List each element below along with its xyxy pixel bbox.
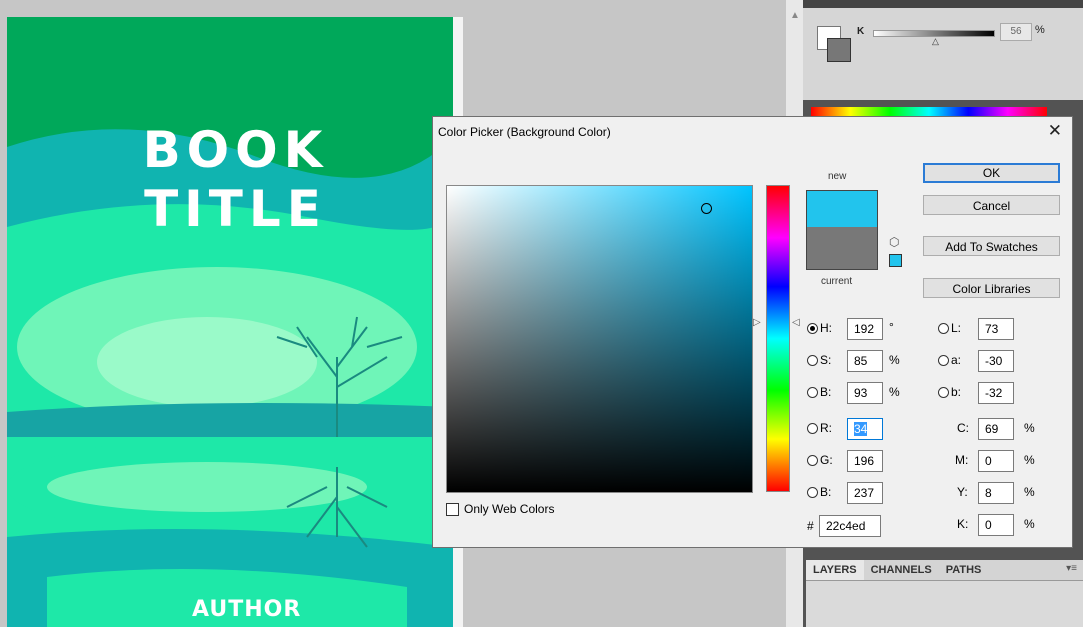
color-panel: K △ 56 % [803,0,1083,121]
blue-radio[interactable] [807,487,818,498]
hue-radio[interactable] [807,323,818,334]
yellow-field[interactable]: 8 [978,482,1014,504]
web-safe-cube-icon[interactable]: ⬡ [889,235,899,249]
only-web-colors-checkbox[interactable] [446,502,459,516]
black-field[interactable]: 0 [978,514,1014,536]
tab-channels[interactable]: CHANNELS [864,560,939,580]
hue-slider[interactable] [766,185,790,492]
brightness-radio[interactable] [807,387,818,398]
blue-label: B: [820,485,832,499]
hue-unit: ° [889,320,894,334]
red-label: R: [820,421,832,435]
book-cover-image: BOOK TITLE AUTHOR [7,17,453,627]
saturation-label: S: [820,353,832,367]
color-field[interactable] [446,185,753,493]
cyan-unit: % [1024,421,1035,435]
hue-label: H: [820,321,832,335]
dialog-title: Color Picker (Background Color) [438,125,611,139]
tab-layers[interactable]: LAYERS [806,560,864,580]
lab-a-radio[interactable] [938,355,949,366]
green-label: G: [820,453,833,467]
layers-panel-tabs: LAYERS CHANNELS PATHS ▾≡ [806,560,1083,581]
current-color-label: current [821,276,853,287]
lab-l-label: L: [951,321,962,335]
close-icon[interactable]: ✕ [1048,121,1062,141]
yellow-label: Y: [957,485,968,499]
lab-b-field[interactable]: -32 [978,382,1014,404]
new-color-swatch [806,190,878,228]
lab-a-label: a: [951,353,962,367]
red-field[interactable]: 34 [847,418,883,440]
cover-title-line1: BOOK [142,121,329,179]
saturation-unit: % [889,353,900,367]
brightness-unit: % [889,385,900,399]
hue-field[interactable]: 192 [847,318,883,340]
saturation-radio[interactable] [807,355,818,366]
magenta-unit: % [1024,453,1035,467]
green-field[interactable]: 196 [847,450,883,472]
current-color-swatch[interactable] [806,227,878,270]
saturation-field[interactable]: 85 [847,350,883,372]
color-libraries-button[interactable]: Color Libraries [923,278,1060,298]
k-channel-label: K [857,26,865,37]
background-color-swatch[interactable] [827,38,851,62]
slider-thumb-icon[interactable]: △ [932,36,939,47]
color-picker-dialog: Color Picker (Background Color) ✕ ▷ ◁ On… [432,116,1073,548]
ok-button[interactable]: OK [923,163,1060,183]
tab-paths[interactable]: PATHS [939,560,989,580]
cyan-field[interactable]: 69 [978,418,1014,440]
magenta-field[interactable]: 0 [978,450,1014,472]
new-color-label: new [828,171,847,182]
lab-b-radio[interactable] [938,387,949,398]
lab-l-field[interactable]: 73 [978,318,1014,340]
only-web-colors-label: Only Web Colors [464,502,555,516]
yellow-unit: % [1024,485,1035,499]
hue-slider-right-arrow-icon[interactable]: ◁ [792,317,800,328]
layers-panel-body [806,581,1083,627]
cover-title-line2: TITLE [144,180,327,238]
scroll-up-icon[interactable]: ▲ [790,10,800,21]
red-field-selected-text: 34 [854,422,868,436]
cover-author: AUTHOR [192,597,302,622]
cyan-label: C: [957,421,969,435]
blue-field[interactable]: 237 [847,482,883,504]
only-web-colors-option[interactable]: Only Web Colors [446,502,554,516]
brightness-label: B: [820,385,832,399]
k-channel-unit: % [1035,24,1045,36]
green-radio[interactable] [807,455,818,466]
lab-a-field[interactable]: -30 [978,350,1014,372]
magenta-label: M: [955,453,969,467]
lab-l-radio[interactable] [938,323,949,334]
hue-slider-left-arrow-icon[interactable]: ▷ [753,317,761,328]
black-label: K: [957,517,969,531]
lab-b-label: b: [951,385,962,399]
add-to-swatches-button[interactable]: Add To Swatches [923,236,1060,256]
k-channel-value[interactable]: 56 [1000,23,1032,41]
cancel-button[interactable]: Cancel [923,195,1060,215]
hex-label: # [807,519,814,533]
color-field-cursor[interactable] [701,203,712,214]
web-safe-swatch[interactable] [889,254,902,267]
red-radio[interactable] [807,423,818,434]
black-unit: % [1024,517,1035,531]
panel-menu-icon[interactable]: ▾≡ [1066,563,1077,574]
color-panel-tabs[interactable] [803,0,1083,8]
hex-field[interactable]: 22c4ed [819,515,881,537]
brightness-field[interactable]: 93 [847,382,883,404]
